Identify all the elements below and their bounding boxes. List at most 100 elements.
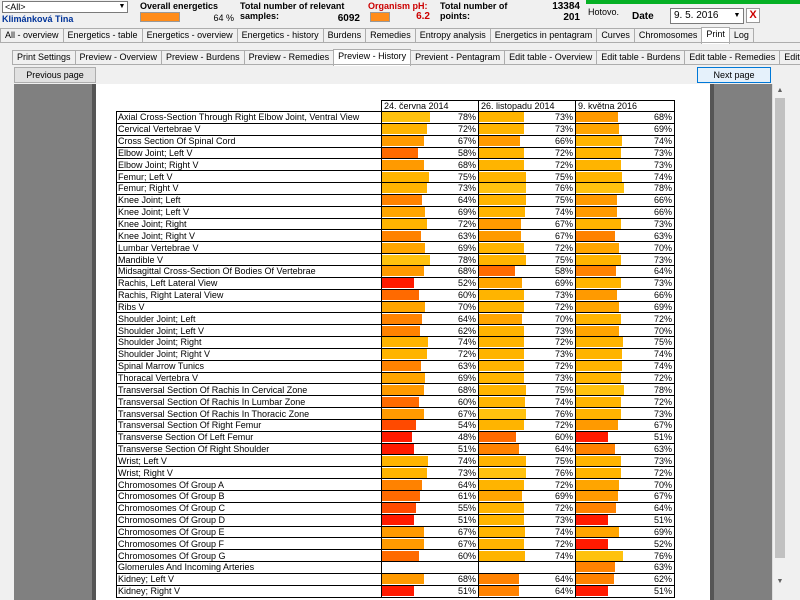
value-bar: [382, 313, 422, 324]
value-percent: 60%: [554, 432, 573, 443]
value-bar: [576, 242, 620, 253]
tab-main-7[interactable]: Energetics in pentagram: [489, 28, 598, 43]
tab-print-6[interactable]: Edit table - Overview: [504, 50, 598, 65]
chevron-down-icon[interactable]: ▼: [117, 2, 127, 12]
value-cell: 60%: [381, 549, 479, 563]
tab-main-9[interactable]: Chromosomes: [633, 28, 703, 43]
row-label: Shoulder Joint; Right V: [116, 347, 382, 361]
value-cell: 63%: [575, 561, 675, 574]
tab-main-2[interactable]: Energetics - overview: [141, 28, 238, 43]
row-label: Femur; Right V: [116, 182, 382, 195]
value-percent: 74%: [653, 171, 672, 182]
table-row: Glomerules And Incoming Arteries 63%: [116, 561, 675, 574]
value-percent: 51%: [653, 432, 672, 443]
value-percent: 67%: [457, 136, 476, 147]
value-cell: 69%: [575, 300, 675, 314]
value-bar: [576, 171, 622, 182]
table-row: Transverse Section Of Left Femur 48% 60% 51…: [116, 430, 675, 444]
table-row: Rachis, Left Lateral View 52% 69% 73%: [116, 276, 675, 290]
value-percent: 72%: [554, 301, 573, 312]
value-cell: 73%: [381, 466, 479, 480]
value-bar: [576, 219, 622, 229]
vertical-scrollbar[interactable]: ▲ ▼: [772, 84, 786, 600]
scroll-down-icon[interactable]: ▼: [773, 575, 787, 588]
tab-print-8[interactable]: Edit table - Remedies: [684, 50, 781, 65]
value-bar: [479, 586, 519, 597]
value-bar: [479, 230, 521, 241]
value-bar: [479, 313, 523, 324]
row-label: Cross Section Of Spinal Cord: [116, 134, 382, 148]
table-row: Transversal Section Of Rachis In Cervica…: [116, 383, 675, 397]
value-bar: [576, 479, 620, 490]
value-bar: [382, 432, 412, 443]
value-cell: 64%: [478, 584, 576, 598]
row-label: Knee Joint; Left V: [116, 205, 382, 219]
tab-print-9[interactable]: Edit table: [779, 50, 800, 65]
tab-main-0[interactable]: All - overview: [0, 28, 64, 43]
scroll-up-icon[interactable]: ▲: [773, 84, 787, 97]
row-label: Cervical Vertebrae V: [116, 122, 382, 136]
value-percent: 70%: [653, 325, 672, 336]
value-cell: 73%: [575, 146, 675, 160]
value-cell: 74%: [478, 205, 576, 219]
tab-print-7[interactable]: Edit table - Burdens: [596, 50, 686, 65]
value-percent: 73%: [653, 455, 672, 466]
value-percent: 73%: [457, 467, 476, 478]
close-icon[interactable]: X: [746, 8, 760, 23]
previous-page-button[interactable]: Previous page: [14, 67, 96, 83]
value-percent: 67%: [554, 219, 573, 230]
row-label: Chromosomes Of Group F: [116, 537, 382, 551]
chevron-down-icon[interactable]: ▼: [732, 10, 742, 22]
filter-combo[interactable]: <All> ▼: [2, 1, 128, 13]
value-percent: 62%: [457, 325, 476, 336]
tab-main-8[interactable]: Curves: [596, 28, 635, 43]
overall-energetics-label: Overall energetics: [140, 1, 219, 11]
row-label: Femur; Left V: [116, 170, 382, 184]
tab-print-1[interactable]: Preview - Overview: [74, 50, 163, 65]
row-label: Kidney; Right V: [116, 584, 382, 598]
row-label: Chromosomes Of Group E: [116, 525, 382, 539]
value-bar: [382, 538, 424, 549]
row-label: Knee Joint; Left: [116, 193, 382, 207]
row-label: Mandible V: [116, 253, 382, 266]
value-cell: 58%: [478, 264, 576, 278]
table-row: Thoracal Vertebra V 69% 73% 72%: [116, 371, 675, 385]
tab-print-0[interactable]: Print Settings: [12, 50, 76, 65]
tab-main-6[interactable]: Entropy analysis: [414, 28, 491, 43]
tab-print-3[interactable]: Preview - Remedies: [243, 50, 335, 65]
row-label: Transverse Section Of Right Shoulder: [116, 442, 382, 456]
value-percent: 66%: [554, 136, 573, 147]
value-percent: 55%: [457, 503, 476, 514]
value-cell: 64%: [575, 264, 675, 278]
date-select[interactable]: 9. 5. 2016 ▼: [670, 8, 744, 24]
row-label: Knee Joint; Right V: [116, 229, 382, 243]
value-cell: 61%: [381, 490, 479, 503]
tab-main-5[interactable]: Remedies: [365, 28, 416, 43]
value-percent: 76%: [653, 550, 672, 561]
tab-print-2[interactable]: Preview - Burdens: [161, 50, 245, 65]
tab-main-1[interactable]: Energetics - table: [62, 28, 143, 43]
value-cell: 74%: [381, 454, 479, 468]
row-label: Glomerules And Incoming Arteries: [116, 561, 382, 574]
value-bar: [576, 183, 625, 194]
value-cell: 72%: [381, 217, 479, 231]
value-bar: [576, 396, 621, 407]
value-bar: [382, 195, 422, 206]
value-cell: 68%: [575, 111, 675, 124]
value-bar: [576, 515, 608, 526]
table-row: Cervical Vertebrae V 72% 73% 69%: [116, 122, 675, 136]
value-bar: [479, 124, 525, 135]
tab-main-4[interactable]: Burdens: [322, 28, 367, 43]
tab-print-5[interactable]: Previent - Pentagram: [410, 50, 506, 65]
value-cell: 74%: [381, 336, 479, 349]
tab-main-11[interactable]: Log: [728, 28, 754, 43]
scrollbar-thumb[interactable]: [775, 98, 785, 558]
tab-main-3[interactable]: Energetics - history: [236, 28, 324, 43]
row-label: Ribs V: [116, 300, 382, 314]
value-percent: 69%: [554, 278, 573, 289]
value-bar: [576, 432, 608, 443]
value-cell: 75%: [575, 336, 675, 349]
value-cell: 63%: [575, 442, 675, 456]
next-page-button[interactable]: Next page: [697, 67, 771, 83]
value-bar: [479, 408, 527, 419]
